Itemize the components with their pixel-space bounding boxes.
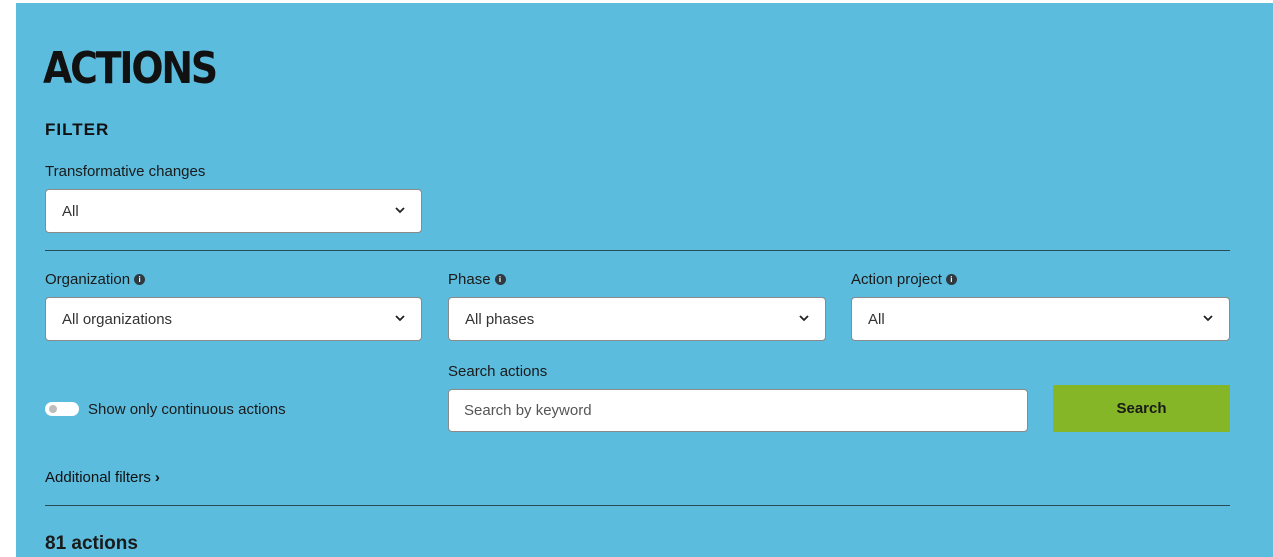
organization-label-text: Organization — [45, 271, 131, 288]
transformative-changes-value: All — [62, 203, 79, 220]
chevron-down-icon — [799, 315, 809, 322]
chevron-right-icon: › — [154, 469, 160, 486]
page-title: ACTIONS — [43, 43, 218, 94]
search-button[interactable]: Search — [1053, 385, 1230, 432]
additional-filters-link[interactable]: Additional filters › — [45, 469, 160, 486]
search-actions-label: Search actions — [448, 363, 548, 380]
phase-value: All phases — [465, 311, 535, 328]
transformative-changes-select[interactable]: All — [45, 189, 422, 233]
chevron-down-icon — [1203, 315, 1213, 322]
chevron-down-icon — [395, 207, 405, 214]
organization-label: Organization i — [45, 271, 146, 288]
filter-divider-top — [45, 250, 1230, 251]
organization-select[interactable]: All organizations — [45, 297, 422, 341]
info-icon[interactable]: i — [494, 273, 506, 285]
toggle-knob — [49, 405, 57, 413]
action-project-label-text: Action project — [851, 271, 942, 288]
transformative-changes-label-text: Transformative changes — [45, 163, 206, 180]
continuous-actions-toggle[interactable] — [45, 402, 79, 416]
organization-value: All organizations — [62, 311, 173, 328]
info-icon[interactable]: i — [945, 273, 957, 285]
action-project-select[interactable]: All — [851, 297, 1230, 341]
chevron-down-icon — [395, 315, 405, 322]
continuous-actions-label[interactable]: Show only continuous actions — [88, 401, 286, 418]
search-input[interactable] — [448, 389, 1028, 432]
additional-filters-label: Additional filters — [45, 469, 151, 486]
actions-filter-panel: ACTIONS FILTER Transformative changes Al… — [16, 3, 1273, 557]
transformative-changes-label: Transformative changes — [45, 163, 205, 180]
action-project-value: All — [868, 311, 885, 328]
phase-label-text: Phase — [448, 271, 491, 288]
filter-divider-bottom — [45, 505, 1230, 506]
info-icon[interactable]: i — [134, 273, 146, 285]
action-project-label: Action project i — [851, 271, 957, 288]
results-count: 81 actions — [45, 533, 138, 554]
phase-select[interactable]: All phases — [448, 297, 826, 341]
phase-label: Phase i — [448, 271, 506, 288]
filter-heading: FILTER — [45, 120, 110, 139]
